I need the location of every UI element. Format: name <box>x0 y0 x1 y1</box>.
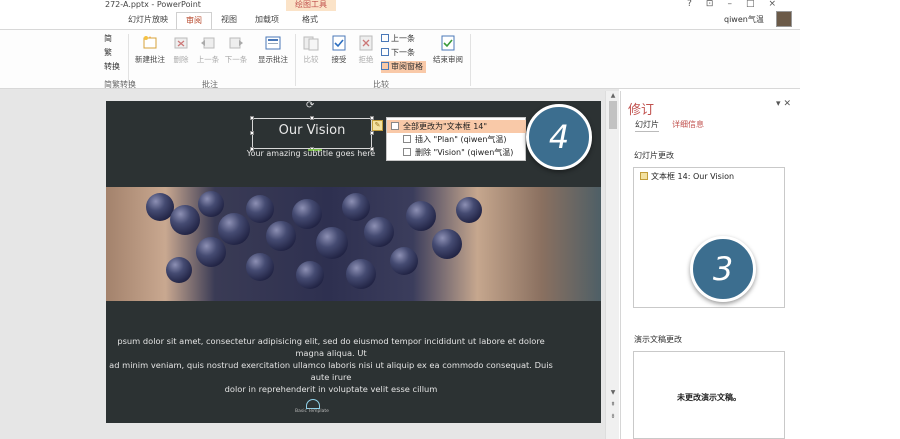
window-title: 272-A.pptx - PowerPoint <box>105 0 201 9</box>
delete-comment-icon <box>174 37 188 49</box>
window-controls[interactable]: ?⊡–□× <box>687 0 790 9</box>
help-icon[interactable]: ? <box>687 0 706 9</box>
reject-button[interactable]: 拒绝 <box>354 34 378 65</box>
ribbon-tabs: 幻灯片放映 审阅 视图 加载项 格式 <box>0 12 800 30</box>
checkbox[interactable] <box>391 122 399 130</box>
next-change-button[interactable]: 下一条 <box>381 47 415 59</box>
new-comment-icon <box>143 36 157 49</box>
prev-change-button[interactable]: 上一条 <box>381 33 415 45</box>
checkbox[interactable] <box>403 148 411 156</box>
end-review-button[interactable]: 结束审阅 <box>432 34 464 65</box>
step-badge: 3 <box>690 236 756 302</box>
logo-icon <box>306 399 320 409</box>
minimize-icon[interactable]: – <box>727 0 746 9</box>
body-line: ad minim veniam, quis nostrud exercitati… <box>109 360 553 382</box>
scroll-down-icon[interactable]: ▼ <box>607 389 619 396</box>
prev-comment-button[interactable]: 上一条 <box>195 34 221 65</box>
slide-body-text[interactable]: psum dolor sit amet, consectetur adipisi… <box>106 335 556 395</box>
grapes-photo <box>106 187 601 301</box>
slide-title[interactable]: Our Vision <box>252 123 372 138</box>
reviewing-pane-icon <box>381 62 389 70</box>
pane-options-icon[interactable]: ▾ <box>776 99 781 109</box>
checkbox[interactable] <box>403 135 411 143</box>
delete-change-option[interactable]: 删除 "Vision" (qiwen气温) <box>387 146 513 159</box>
presentation-changes-label: 演示文稿更改 <box>634 335 682 344</box>
simplified-button[interactable]: 简 <box>104 33 112 45</box>
convert-button[interactable]: 转换 <box>104 61 120 73</box>
body-line: psum dolor sit amet, consectetur adipisi… <box>117 336 545 358</box>
traditional-button[interactable]: 繁 <box>104 47 112 59</box>
scroll-thumb[interactable] <box>609 101 617 129</box>
previous-comment-icon <box>201 37 215 49</box>
scroll-up-icon[interactable]: ▲ <box>607 92 619 99</box>
tab-format[interactable]: 格式 <box>292 12 328 29</box>
vertical-scrollbar[interactable]: ▲ ▼ ⇞ ⇟ <box>605 91 619 439</box>
insert-change-option[interactable]: 插入 "Plan" (qiwen气温) <box>387 133 507 146</box>
logo-text: Basic Template <box>295 409 329 414</box>
presentation-changes-box: 未更改演示文稿。 <box>633 351 785 439</box>
divider <box>128 34 129 86</box>
slide-changes-label: 幻灯片更改 <box>634 151 674 160</box>
next-comment-button[interactable]: 下一条 <box>223 34 249 65</box>
pane-controls[interactable]: ▾ ✕ <box>776 99 791 109</box>
accept-button[interactable]: 接受 <box>327 34 351 65</box>
slide-subtitle[interactable]: Your amazing subtitle goes here <box>236 149 386 158</box>
prev-slide-icon[interactable]: ⇞ <box>607 401 619 408</box>
tab-review[interactable]: 审阅 <box>176 12 212 30</box>
rotate-handle-icon[interactable]: ⟳ <box>306 101 314 111</box>
title-bar: 272-A.pptx - PowerPoint 绘图工具 ?⊡–□× <box>0 0 900 12</box>
step-badge: 4 <box>526 104 592 170</box>
pane-title: 修订 <box>628 103 655 118</box>
tab-slideshow[interactable]: 幻灯片放映 <box>123 12 173 29</box>
divider <box>470 34 471 86</box>
show-comments-icon <box>265 36 281 50</box>
accept-icon <box>332 35 346 51</box>
tab-details[interactable]: 详细信息 <box>672 119 704 130</box>
body-line: dolor in reprehenderit in voluptate veli… <box>224 384 438 394</box>
tab-view[interactable]: 视图 <box>214 12 244 29</box>
previous-change-icon <box>381 34 389 42</box>
slide[interactable]: ⟳ Our Vision Your amazing subtitle goes … <box>106 101 601 423</box>
delete-comment-button[interactable]: 删除 <box>170 34 192 65</box>
tab-slides[interactable]: 幻灯片 <box>635 119 659 132</box>
next-change-icon <box>381 48 389 56</box>
accept-all-changes-option[interactable]: 全部更改为"文本框 14" <box>387 120 526 133</box>
revision-icon <box>640 172 648 180</box>
revision-popup: 全部更改为"文本框 14" 插入 "Plan" (qiwen气温) 删除 "Vi… <box>386 117 526 161</box>
compare-icon <box>303 36 319 51</box>
no-changes-text: 未更改演示文稿。 <box>677 393 741 402</box>
user-name[interactable]: qiwen气温 <box>724 14 764 25</box>
avatar[interactable] <box>776 11 792 27</box>
divider <box>295 34 296 86</box>
template-logo: Basic Template <box>295 399 329 414</box>
new-comment-button[interactable]: 新建批注 <box>133 34 167 65</box>
context-tab-group: 绘图工具 <box>286 0 336 11</box>
end-review-icon <box>441 35 455 51</box>
maximize-icon[interactable]: □ <box>746 0 769 9</box>
next-comment-icon <box>229 37 243 49</box>
revision-marker-icon[interactable]: ✎ <box>372 120 383 131</box>
show-comments-button[interactable]: 显示批注 <box>254 34 292 65</box>
compare-button[interactable]: 比较 <box>299 34 323 65</box>
reviewing-pane-button[interactable]: 审阅窗格 <box>381 61 426 73</box>
slide-change-entry[interactable]: 文本框 14: Our Vision <box>640 171 734 182</box>
pane-close-icon[interactable]: ✕ <box>783 99 791 109</box>
close-icon[interactable]: × <box>768 0 790 9</box>
reject-icon <box>359 35 373 51</box>
blank-area <box>795 89 900 439</box>
ribbon: 简 繁 转换 简繁转换 新建批注 删除 上一条 下一条 显示批注 批注 比较 接… <box>0 29 800 119</box>
ribbon-display-icon[interactable]: ⊡ <box>706 0 728 9</box>
tab-addins[interactable]: 加载项 <box>248 12 286 29</box>
next-slide-icon[interactable]: ⇟ <box>607 413 619 420</box>
